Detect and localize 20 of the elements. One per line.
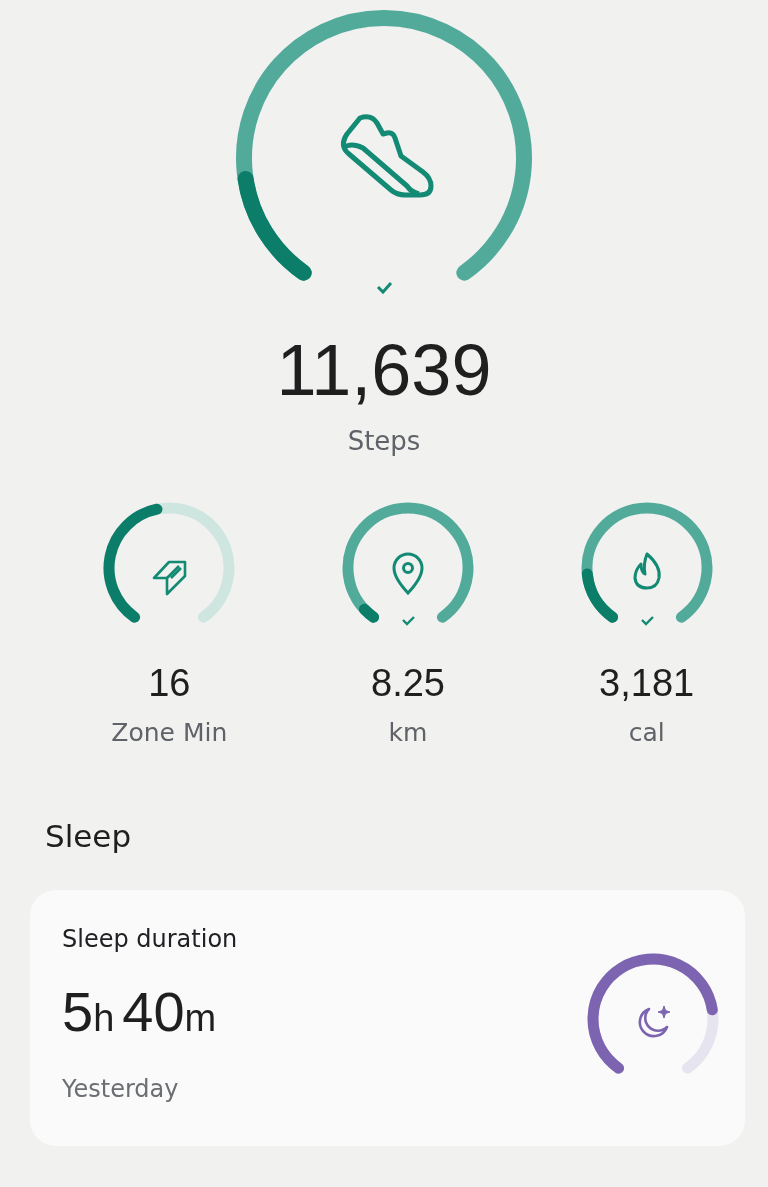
card-title: Sleep duration	[62, 924, 238, 954]
check-icon	[376, 282, 393, 295]
flame-icon	[633, 552, 661, 590]
metric-label: km	[388, 718, 428, 748]
moon-stars-icon	[638, 1005, 671, 1038]
metric-value: 16	[148, 662, 191, 704]
check-icon	[402, 616, 415, 626]
sleep-card[interactable]: Sleep duration 5h 40m Yesterday	[30, 890, 745, 1146]
steps-label: Steps	[347, 426, 421, 456]
location-pin-icon	[392, 552, 424, 595]
shoe-icon	[340, 114, 434, 198]
metric-value: 3,181	[599, 662, 695, 704]
metric-value: 8.25	[371, 662, 445, 704]
metric-label: cal	[628, 718, 665, 748]
metric-label: Zone Min	[111, 718, 228, 748]
check-icon	[640, 616, 654, 626]
date-caption: Yesterday	[62, 1074, 180, 1104]
sleep-duration: 5h 40m	[62, 982, 218, 1045]
steps-count: 11,639	[276, 330, 492, 410]
section-title: Sleep	[45, 818, 133, 854]
